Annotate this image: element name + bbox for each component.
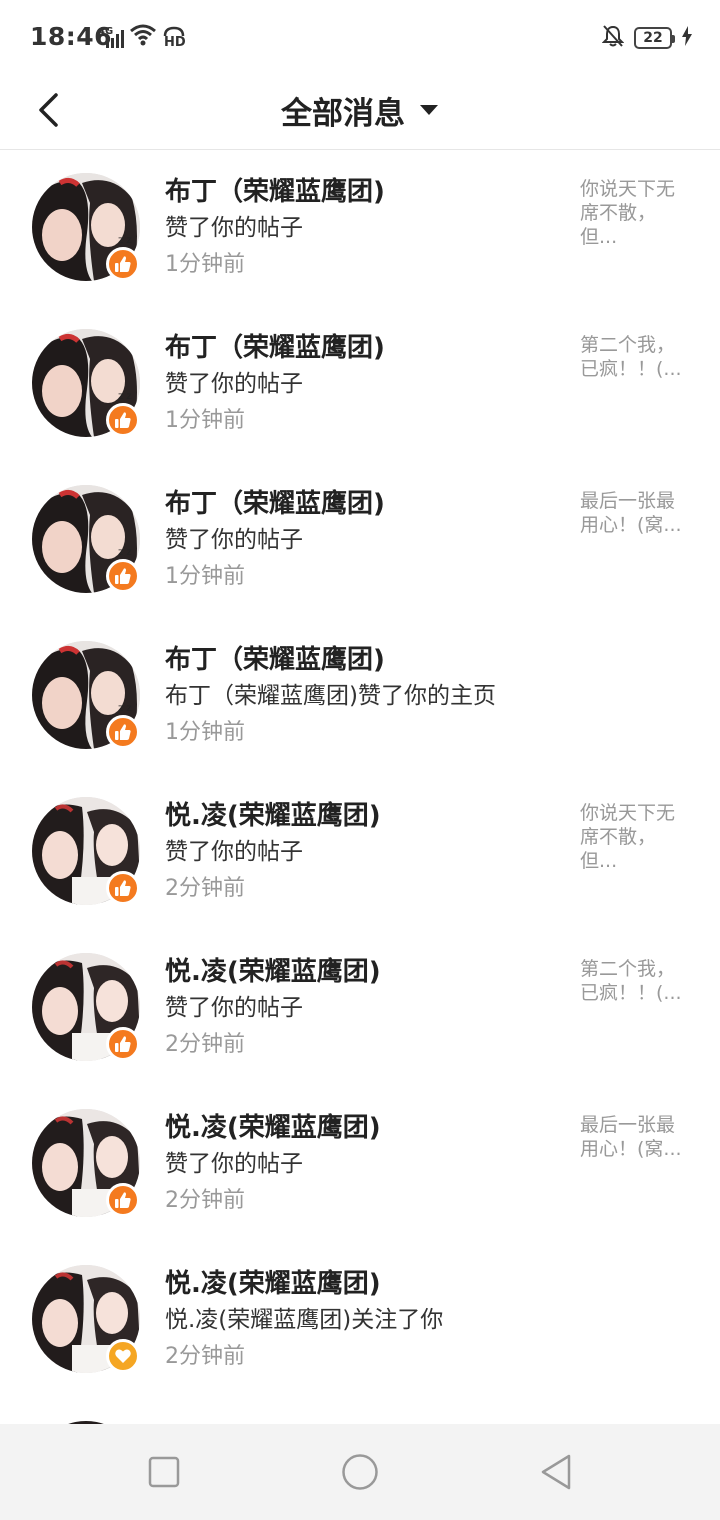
like-icon bbox=[115, 1192, 131, 1208]
sender-name[interactable]: 布丁（荣耀蓝鹰团) bbox=[165, 175, 560, 209]
avatar-wrap[interactable] bbox=[32, 1265, 140, 1373]
system-navigation-bar bbox=[0, 1424, 720, 1520]
battery-level: 22 bbox=[643, 30, 663, 46]
message-item-partial[interactable] bbox=[0, 1399, 720, 1424]
message-item[interactable]: z z 布丁（荣耀蓝鹰团) 布丁（荣耀蓝鹰团)赞了你的主页 1分钟前 bbox=[0, 619, 720, 775]
follow-badge bbox=[106, 1339, 140, 1373]
message-time: 1分钟前 bbox=[165, 564, 245, 589]
svg-text:z z: z z bbox=[118, 703, 132, 714]
message-list[interactable]: z z 布丁（荣耀蓝鹰团) 赞了你的帖子 1分钟前 你说天下无席不散，但... bbox=[0, 151, 720, 1424]
like-badge bbox=[106, 559, 140, 593]
sender-name[interactable]: 布丁（荣耀蓝鹰团) bbox=[165, 643, 560, 677]
avatar-wrap[interactable]: z z bbox=[32, 173, 140, 281]
battery-icon: 22 bbox=[634, 27, 675, 49]
sender-name[interactable]: 悦.凌(荣耀蓝鹰团) bbox=[165, 1111, 560, 1145]
message-content: 悦.凌(荣耀蓝鹰团) 赞了你的帖子 2分钟前 bbox=[165, 1111, 560, 1219]
post-preview[interactable]: 最后一张最用心！(窝... bbox=[580, 489, 688, 537]
svg-text:z z: z z bbox=[118, 391, 132, 402]
message-time: 1分钟前 bbox=[165, 408, 245, 433]
post-preview[interactable]: 第二个我，已疯！！(... bbox=[580, 333, 688, 381]
heart-icon bbox=[115, 1349, 131, 1363]
message-item[interactable]: 悦.凌(荣耀蓝鹰团) 赞了你的帖子 2分钟前 第二个我，已疯！！(... bbox=[0, 931, 720, 1087]
page-title: 全部消息 bbox=[281, 95, 405, 132]
triangle-back-icon bbox=[541, 1454, 571, 1490]
home-button[interactable] bbox=[336, 1448, 384, 1496]
message-action: 悦.凌(荣耀蓝鹰团)关注了你 bbox=[165, 1307, 444, 1333]
message-content: 布丁（荣耀蓝鹰团) 布丁（荣耀蓝鹰团)赞了你的主页 1分钟前 bbox=[165, 643, 560, 751]
caret-down-icon bbox=[420, 105, 438, 115]
message-filter-dropdown[interactable]: 全部消息 bbox=[0, 82, 720, 138]
avatar-wrap[interactable]: z z bbox=[32, 485, 140, 593]
like-badge bbox=[106, 1183, 140, 1217]
message-item[interactable]: 悦.凌(荣耀蓝鹰团) 赞了你的帖子 2分钟前 你说天下无席不散，但... bbox=[0, 775, 720, 931]
message-item[interactable]: 悦.凌(荣耀蓝鹰团) 赞了你的帖子 2分钟前 最后一张最用心！(窝... bbox=[0, 1087, 720, 1243]
avatar-wrap[interactable]: z z bbox=[32, 329, 140, 437]
sender-name[interactable]: 布丁（荣耀蓝鹰团) bbox=[165, 487, 560, 521]
like-badge bbox=[106, 715, 140, 749]
message-item[interactable]: z z 布丁（荣耀蓝鹰团) 赞了你的帖子 1分钟前 第二个我，已疯！！(... bbox=[0, 307, 720, 463]
like-icon bbox=[115, 880, 131, 896]
message-content: 布丁（荣耀蓝鹰团) 赞了你的帖子 1分钟前 bbox=[165, 175, 560, 283]
message-time: 1分钟前 bbox=[165, 720, 245, 745]
sender-name[interactable]: 悦.凌(荣耀蓝鹰团) bbox=[165, 1267, 560, 1301]
message-content: 悦.凌(荣耀蓝鹰团) 赞了你的帖子 2分钟前 bbox=[165, 799, 560, 907]
message-time: 2分钟前 bbox=[165, 1188, 245, 1213]
message-time: 2分钟前 bbox=[165, 1344, 245, 1369]
wifi-icon bbox=[130, 24, 156, 50]
avatar-wrap[interactable]: z z bbox=[32, 641, 140, 749]
post-preview[interactable]: 你说天下无席不散，但... bbox=[580, 801, 688, 873]
avatar-wrap[interactable] bbox=[32, 797, 140, 905]
message-action: 赞了你的帖子 bbox=[165, 527, 303, 553]
status-icons-left: 4G HD bbox=[98, 24, 186, 50]
square-icon bbox=[148, 1456, 180, 1488]
message-action: 赞了你的帖子 bbox=[165, 1151, 303, 1177]
post-preview[interactable]: 第二个我，已疯！！(... bbox=[580, 957, 688, 1005]
back-nav-button[interactable] bbox=[532, 1448, 580, 1496]
hd-call-icon: HD bbox=[162, 26, 186, 50]
circle-icon bbox=[342, 1454, 378, 1490]
post-preview[interactable]: 你说天下无席不散，但... bbox=[580, 177, 688, 249]
status-icons-right: 22 bbox=[601, 24, 692, 52]
status-bar: 18:46 4G HD 22 bbox=[0, 0, 720, 74]
svg-text:z z: z z bbox=[118, 547, 132, 558]
message-item[interactable]: z z 布丁（荣耀蓝鹰团) 赞了你的帖子 1分钟前 你说天下无席不散，但... bbox=[0, 151, 720, 307]
message-time: 2分钟前 bbox=[165, 876, 245, 901]
message-item[interactable]: z z 布丁（荣耀蓝鹰团) 赞了你的帖子 1分钟前 最后一张最用心！(窝... bbox=[0, 463, 720, 619]
message-content: 悦.凌(荣耀蓝鹰团) 赞了你的帖子 2分钟前 bbox=[165, 955, 560, 1063]
avatar-wrap[interactable] bbox=[32, 1109, 140, 1217]
mute-bell-icon bbox=[601, 24, 625, 52]
header: 全部消息 bbox=[0, 74, 720, 150]
message-action: 布丁（荣耀蓝鹰团)赞了你的主页 bbox=[165, 683, 496, 709]
svg-text:z z: z z bbox=[118, 235, 132, 246]
like-badge bbox=[106, 1027, 140, 1061]
message-content: 悦.凌(荣耀蓝鹰团) 悦.凌(荣耀蓝鹰团)关注了你 2分钟前 bbox=[165, 1267, 560, 1375]
message-action: 赞了你的帖子 bbox=[165, 215, 303, 241]
like-icon bbox=[115, 412, 131, 428]
sender-name[interactable]: 悦.凌(荣耀蓝鹰团) bbox=[165, 799, 560, 833]
message-content: 布丁（荣耀蓝鹰团) 赞了你的帖子 1分钟前 bbox=[165, 487, 560, 595]
message-item[interactable]: 悦.凌(荣耀蓝鹰团) 悦.凌(荣耀蓝鹰团)关注了你 2分钟前 bbox=[0, 1243, 720, 1399]
like-badge bbox=[106, 403, 140, 437]
sender-name[interactable]: 布丁（荣耀蓝鹰团) bbox=[165, 331, 560, 365]
message-action: 赞了你的帖子 bbox=[165, 995, 303, 1021]
like-icon bbox=[115, 568, 131, 584]
like-icon bbox=[115, 724, 131, 740]
message-time: 1分钟前 bbox=[165, 252, 245, 277]
message-time: 2分钟前 bbox=[165, 1032, 245, 1057]
message-action: 赞了你的帖子 bbox=[165, 371, 303, 397]
like-icon bbox=[115, 1036, 131, 1052]
message-content: 布丁（荣耀蓝鹰团) 赞了你的帖子 1分钟前 bbox=[165, 331, 560, 439]
cellular-signal-icon: 4G bbox=[98, 26, 124, 50]
recent-apps-button[interactable] bbox=[140, 1448, 188, 1496]
like-badge bbox=[106, 247, 140, 281]
sender-name[interactable]: 悦.凌(荣耀蓝鹰团) bbox=[165, 955, 560, 989]
post-preview[interactable]: 最后一张最用心！(窝... bbox=[580, 1113, 688, 1161]
message-action: 赞了你的帖子 bbox=[165, 839, 303, 865]
avatar-wrap[interactable] bbox=[32, 953, 140, 1061]
hd-label: HD bbox=[164, 35, 186, 50]
like-badge bbox=[106, 871, 140, 905]
charging-icon bbox=[682, 26, 692, 50]
like-icon bbox=[115, 256, 131, 272]
